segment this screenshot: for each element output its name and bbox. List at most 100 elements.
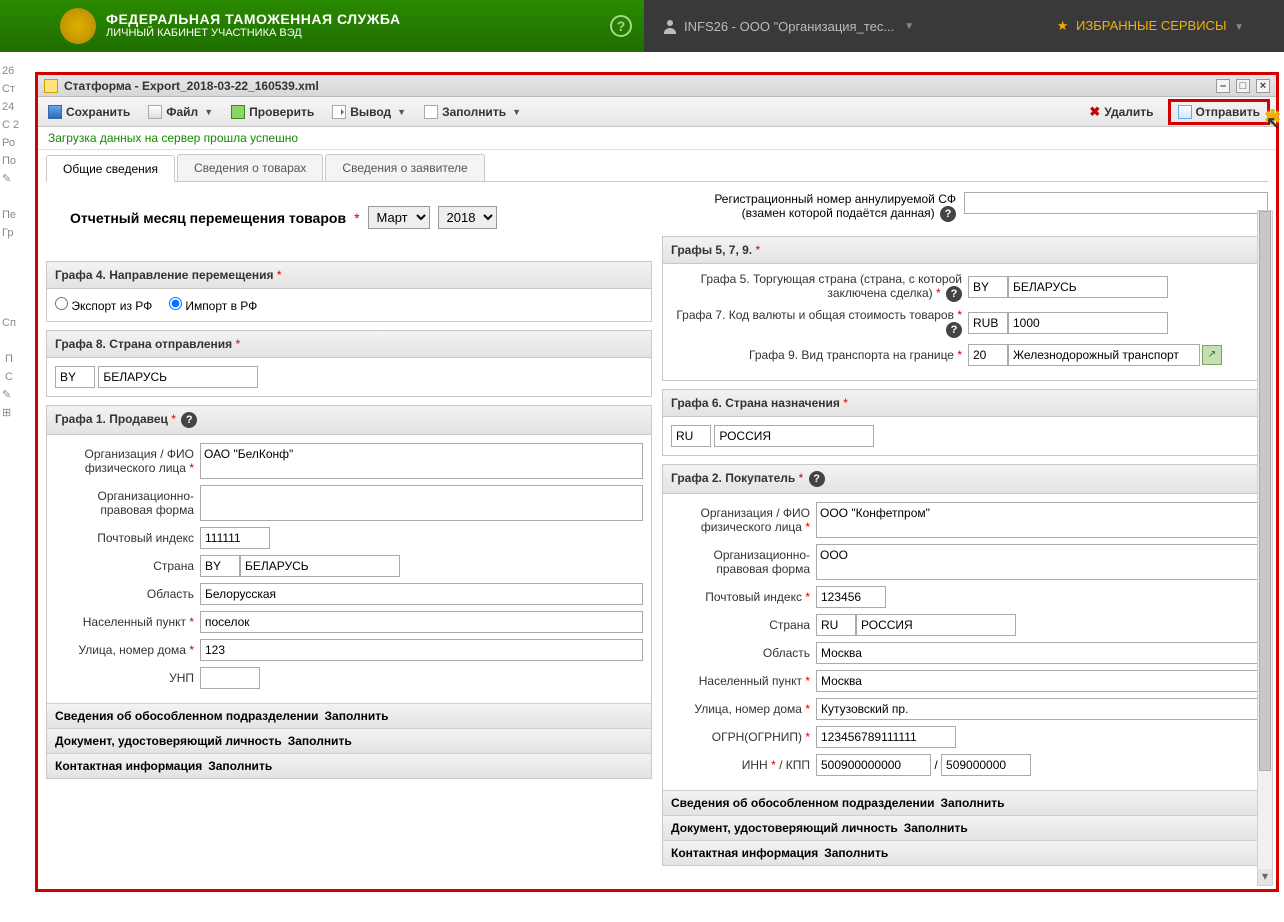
g6-code-input[interactable]	[671, 425, 711, 447]
export-radio[interactable]	[55, 297, 68, 310]
tab-bar: Общие сведения Сведения о товарах Сведен…	[46, 154, 1268, 182]
g9-name-input[interactable]	[1008, 344, 1200, 366]
import-radio-label[interactable]: Импорт в РФ	[169, 299, 257, 313]
tab-applicant[interactable]: Сведения о заявителе	[325, 154, 484, 181]
scrollbar-thumb[interactable]	[1259, 211, 1271, 771]
g2-contact-button[interactable]: Контактная информацияЗаполнить	[663, 840, 1267, 865]
g1-org-label: Организация / ФИО физического лица *	[55, 447, 200, 475]
g579-header: Графы 5, 7, 9.	[671, 243, 752, 257]
user-menu[interactable]: INFS26 - ООО "Организация_тес... ▼	[644, 18, 932, 34]
g2-ctr-code-input[interactable]	[816, 614, 856, 636]
maximize-button[interactable]: □	[1236, 79, 1250, 93]
g6-name-input[interactable]	[714, 425, 874, 447]
g2-city-input[interactable]	[816, 670, 1259, 692]
save-button[interactable]: Сохранить	[44, 103, 134, 121]
g2-reg-input[interactable]	[816, 642, 1259, 664]
window-title: Статформа - Export_2018-03-22_160539.xml	[64, 79, 319, 93]
help-icon[interactable]: ?	[946, 322, 962, 338]
reg-number-input[interactable]	[964, 192, 1268, 214]
g8-code-input[interactable]	[55, 366, 95, 388]
g8-header: Графа 8. Страна отправления	[55, 337, 232, 351]
help-icon[interactable]: ?	[809, 471, 825, 487]
help-icon[interactable]: ?	[940, 206, 956, 222]
g2-inn-input[interactable]	[816, 754, 931, 776]
g1-ctr-label: Страна	[55, 559, 200, 573]
app-title: ФЕДЕРАЛЬНАЯ ТАМОЖЕННАЯ СЛУЖБА ЛИЧНЫЙ КАБ…	[106, 12, 401, 40]
g1-form-input[interactable]	[200, 485, 643, 521]
help-icon[interactable]: ?	[610, 15, 632, 37]
g2-form-input[interactable]: ООО	[816, 544, 1259, 580]
check-icon	[231, 105, 245, 119]
g1-ctr-name-input[interactable]	[240, 555, 400, 577]
g5-name-input[interactable]	[1008, 276, 1168, 298]
g1-unp-label: УНП	[55, 671, 200, 685]
g1-doc-button[interactable]: Документ, удостоверяющий личностьЗаполни…	[47, 728, 651, 753]
panel-g579: Графы 5, 7, 9. * Графа 5. Торгующая стра…	[662, 236, 1268, 381]
vertical-scrollbar[interactable]: ▾	[1257, 210, 1273, 886]
help-icon[interactable]: ?	[946, 286, 962, 302]
g2-org-label: Организация / ФИО физического лица *	[671, 506, 816, 534]
g1-ctr-code-input[interactable]	[200, 555, 240, 577]
send-button[interactable]: Отправить	[1174, 103, 1264, 121]
favorites-menu[interactable]: ★ ИЗБРАННЫЕ СЕРВИСЫ ▼	[1057, 18, 1284, 34]
g4-header: Графа 4. Направление перемещения	[55, 268, 274, 282]
tab-general[interactable]: Общие сведения	[46, 155, 175, 182]
fill-menu[interactable]: Заполнить▼	[420, 103, 525, 121]
g2-kpp-input[interactable]	[941, 754, 1031, 776]
output-menu[interactable]: Вывод▼	[328, 103, 410, 121]
g1-city-label: Населенный пункт *	[55, 615, 200, 629]
document-icon	[44, 79, 58, 93]
g9-code-input[interactable]	[968, 344, 1008, 366]
month-select[interactable]: Март	[368, 206, 430, 229]
file-menu[interactable]: Файл▼	[144, 103, 217, 121]
g5-code-input[interactable]	[968, 276, 1008, 298]
g2-dep-button[interactable]: Сведения об обособленном подразделенииЗа…	[663, 790, 1267, 815]
panel-g1: Графа 1. Продавец * ? Организация / ФИО …	[46, 405, 652, 779]
g1-contact-button[interactable]: Контактная информацияЗаполнить	[47, 753, 651, 778]
import-radio[interactable]	[169, 297, 182, 310]
scroll-down-icon[interactable]: ▾	[1258, 869, 1272, 885]
chevron-down-icon: ▼	[904, 21, 914, 32]
check-button[interactable]: Проверить	[227, 103, 318, 121]
g1-city-input[interactable]	[200, 611, 643, 633]
g2-street-input[interactable]	[816, 698, 1259, 720]
lookup-button[interactable]: ↗	[1202, 345, 1222, 365]
emblem-icon	[60, 8, 96, 44]
send-button-highlight: Отправить ✱ ↖	[1168, 99, 1270, 125]
g1-unp-input[interactable]	[200, 667, 260, 689]
export-radio-label[interactable]: Экспорт из РФ	[55, 299, 152, 313]
g1-zip-input[interactable]	[200, 527, 270, 549]
g7-label: Графа 7. Код валюты и общая стоимость то…	[671, 308, 968, 338]
g1-org-input[interactable]: ОАО "БелКонф"	[200, 443, 643, 479]
g2-zip-input[interactable]	[816, 586, 886, 608]
g2-doc-button[interactable]: Документ, удостоверяющий личностьЗаполни…	[663, 815, 1267, 840]
minimize-button[interactable]: –	[1216, 79, 1230, 93]
g1-dep-button[interactable]: Сведения об обособленном подразделенииЗа…	[47, 703, 651, 728]
g2-org-input[interactable]: ООО "Конфетпром"	[816, 502, 1259, 538]
form-body: Отчетный месяц перемещения товаров* Март…	[38, 182, 1276, 889]
year-select[interactable]: 2018	[438, 206, 497, 229]
g2-header: Графа 2. Покупатель	[671, 471, 795, 485]
user-label: INFS26 - ООО "Организация_тес...	[684, 19, 894, 34]
g2-inn-label: ИНН * / КПП	[671, 758, 816, 772]
favorites-label: ИЗБРАННЫЕ СЕРВИСЫ	[1076, 18, 1226, 33]
close-button[interactable]: ×	[1256, 79, 1270, 93]
report-month-label: Отчетный месяц перемещения товаров	[70, 210, 346, 226]
g7-value-input[interactable]	[1008, 312, 1168, 334]
header-bar: ФЕДЕРАЛЬНАЯ ТАМОЖЕННАЯ СЛУЖБА ЛИЧНЫЙ КАБ…	[0, 0, 1284, 52]
tab-goods[interactable]: Сведения о товарах	[177, 154, 323, 181]
g8-name-input[interactable]	[98, 366, 258, 388]
g2-ogrn-input[interactable]	[816, 726, 956, 748]
delete-button[interactable]: ✖Удалить	[1085, 102, 1157, 122]
g2-ogrn-label: ОГРН(ОГРНИП) *	[671, 730, 816, 744]
file-icon	[148, 105, 162, 119]
user-icon	[662, 18, 678, 34]
g2-ctr-name-input[interactable]	[856, 614, 1016, 636]
output-icon	[332, 105, 346, 119]
g7-code-input[interactable]	[968, 312, 1008, 334]
help-icon[interactable]: ?	[181, 412, 197, 428]
g1-street-input[interactable]	[200, 639, 643, 661]
g1-reg-input[interactable]	[200, 583, 643, 605]
g5-label: Графа 5. Торгующая страна (страна, с кот…	[671, 272, 968, 302]
g1-header: Графа 1. Продавец	[55, 412, 168, 426]
